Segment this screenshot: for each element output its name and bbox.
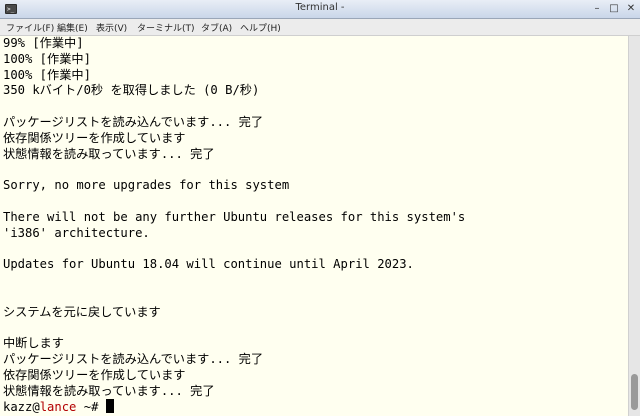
terminal-line: 'i386' architecture. (3, 225, 150, 240)
text-cursor (105, 399, 114, 414)
prompt-host: lance (39, 400, 77, 415)
prompt-line[interactable]: kazz@lance ~# (3, 399, 629, 415)
terminal-line: パッケージリストを読み込んでいます... 完了 (3, 351, 264, 366)
terminal-line: システムを元に戻しています (3, 304, 161, 319)
terminal-line: 状態情報を読み取っています... 完了 (3, 383, 215, 398)
title-bar[interactable]: >_ Terminal - – □ ✕ (0, 0, 640, 19)
terminal-line: 中断します (3, 336, 64, 351)
menu-file[interactable]: ファイル(F) (6, 21, 54, 34)
scrollbar-thumb[interactable] (631, 374, 638, 410)
prompt-at: @ (32, 400, 40, 415)
terminal-line: 99% [作業中] (3, 36, 84, 50)
menu-terminal[interactable]: ターミナル(T) (137, 21, 195, 34)
menu-view[interactable]: 表示(V) (96, 21, 127, 34)
terminal-line: 依存関係ツリーを作成しています (3, 367, 186, 382)
menu-bar: ファイル(F) 編集(E) 表示(V) ターミナル(T) タブ(A) ヘルプ(H… (0, 19, 640, 36)
terminal-line: パッケージリストを読み込んでいます... 完了 (3, 114, 264, 129)
vertical-scrollbar[interactable] (628, 36, 640, 416)
terminal-output[interactable]: 99% [作業中] 100% [作業中] 100% [作業中] 350 kバイト… (0, 36, 629, 416)
terminal-line: Updates for Ubuntu 18.04 will continue u… (3, 257, 414, 272)
window-title: Terminal - (295, 2, 345, 13)
menu-tabs[interactable]: タブ(A) (201, 21, 232, 34)
terminal-line: Sorry, no more upgrades for this system (3, 178, 290, 193)
menu-help[interactable]: ヘルプ(H) (240, 21, 281, 34)
prompt-path: ~# (76, 400, 99, 415)
terminal-line: 状態情報を読み取っています... 完了 (3, 146, 215, 161)
terminal-line: 100% [作業中] (3, 67, 91, 82)
terminal-line: 100% [作業中] (3, 51, 91, 66)
terminal-line: There will not be any further Ubuntu rel… (3, 209, 466, 224)
terminal-line: 350 kバイト/0秒 を取得しました (0 B/秒) (3, 83, 260, 98)
terminal-line: 依存関係ツリーを作成しています (3, 130, 186, 145)
close-icon[interactable]: ✕ (624, 2, 638, 15)
prompt-user: kazz (3, 400, 33, 415)
menu-edit[interactable]: 編集(E) (57, 21, 88, 34)
maximize-icon[interactable]: □ (607, 2, 621, 15)
terminal-window: >_ Terminal - – □ ✕ ファイル(F) 編集(E) 表示(V) … (0, 0, 640, 416)
minimize-icon[interactable]: – (590, 2, 604, 15)
